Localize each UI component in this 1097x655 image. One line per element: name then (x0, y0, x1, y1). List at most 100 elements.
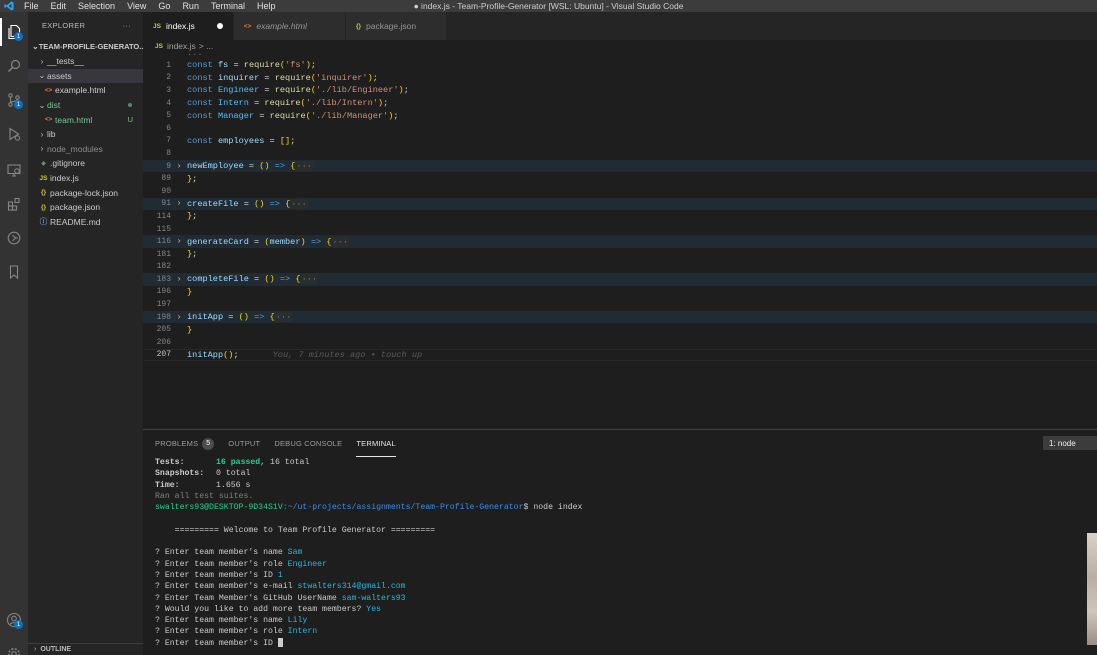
terminal-output[interactable]: Tests: 16 passed, 16 total Snapshots: 0 to… (155, 457, 582, 649)
explorer-header: EXPLORER ··· (28, 12, 143, 39)
code-line[interactable]: 181}; (143, 248, 1097, 261)
tests-passed: 16 passed (216, 458, 261, 467)
code-line[interactable]: 182 (143, 261, 1097, 274)
fold-chevron-icon[interactable]: › (171, 237, 187, 246)
code-line[interactable]: 198 › initApp = () => {··· (143, 310, 1097, 324)
prompt-question: ? Enter team member's ID (155, 638, 278, 648)
prompt-line: ? Enter Team Member's GitHub UserName sa… (155, 593, 582, 604)
code-line[interactable]: 89}; (143, 172, 1097, 185)
tab-terminal[interactable]: TERMINAL (356, 430, 396, 457)
code-line[interactable]: 114}; (143, 210, 1097, 223)
code-line[interactable]: 3 const Engineer = require('./lib/Enginee… (143, 84, 1097, 97)
menu-help[interactable]: Help (251, 0, 282, 12)
tab-debug-console[interactable]: DEBUG CONSOLE (274, 430, 342, 457)
menu-selection[interactable]: Selection (72, 0, 121, 12)
code-text: } (187, 286, 193, 297)
tab-problems[interactable]: PROBLEMS 5 (155, 430, 215, 457)
fold-chevron-icon[interactable]: › (171, 313, 187, 322)
code-line[interactable]: 207 initApp(); You, 7 minutes ago • touch … (143, 348, 1097, 362)
run-debug-activity-button[interactable] (0, 120, 28, 148)
tree-item-example-html[interactable]: <> example.html (28, 83, 143, 98)
tab-index-js[interactable]: JS index.js (143, 12, 234, 40)
code-line[interactable]: 1 const fs = require('fs'); (143, 59, 1097, 72)
search-activity-button[interactable] (0, 52, 28, 80)
tree-item-dist-folder[interactable]: ⌄ dist (28, 98, 143, 113)
code-line[interactable]: 6 (143, 122, 1097, 135)
code-line[interactable]: 196} (143, 286, 1097, 299)
prompt-question: ? Enter Team Member's GitHub UserName (155, 593, 342, 603)
tree-item-tests-folder[interactable]: › __tests__ (28, 54, 143, 69)
code-line[interactable]: 2 const inquirer = require('inquirer'); (143, 72, 1097, 85)
tab-label: package.json (366, 21, 417, 31)
code-line[interactable]: 116 › generateCard = (member) => {··· (143, 235, 1097, 248)
tab-output[interactable]: OUTPUT (228, 430, 260, 457)
remote-explorer-activity-button[interactable] (0, 156, 28, 184)
code-line[interactable]: 7 const employees = []; (143, 135, 1097, 148)
tree-item-node-modules-folder[interactable]: › node_modules (28, 142, 143, 157)
tree-item-package-json[interactable]: {} package.json (28, 200, 143, 215)
code-text: initApp(); (187, 349, 239, 360)
code-line[interactable]: 90 (143, 185, 1097, 198)
unsaved-dot-icon[interactable] (216, 23, 223, 29)
tree-item-assets-folder[interactable]: ⌄ assets (28, 68, 143, 84)
source-control-activity-button[interactable]: 1 (0, 86, 28, 114)
terminal-select-dropdown[interactable]: 1: node (1043, 436, 1097, 450)
code-line[interactable]: 8 (143, 147, 1097, 160)
bookmarks-activity-button[interactable] (0, 258, 28, 286)
workspace-root-folder[interactable]: ⌄ TEAM-PROFILE-GENERATO... (28, 39, 143, 54)
code-line[interactable]: 115 (143, 223, 1097, 236)
tree-item-index-js[interactable]: JS index.js (28, 171, 143, 186)
remote-explorer-icon (7, 164, 21, 177)
tab-package-json[interactable]: {} package.json (345, 12, 448, 40)
tree-item-readme-md[interactable]: ⓘ README.md (28, 215, 143, 230)
tree-item-team-html[interactable]: <> team.html U (28, 112, 143, 127)
fold-chevron-icon[interactable]: › (171, 199, 187, 208)
code-line[interactable]: 9 › newEmployee = () => {··· (143, 159, 1097, 173)
code-line[interactable]: 206 (143, 336, 1097, 349)
code-line[interactable]: 4 const Intern = require('./lib/Intern'); (143, 97, 1097, 110)
prompt-line: ? Enter team member's name Lily (155, 615, 582, 626)
menu-run[interactable]: Run (176, 0, 205, 12)
git-graph-activity-button[interactable] (0, 224, 28, 252)
tabs-filler (447, 12, 1097, 40)
accounts-activity-button[interactable]: 1 (0, 606, 28, 634)
line-number: 1 (166, 60, 171, 70)
ran-all-line: Ran all test suites. (155, 491, 254, 501)
line-number: 8 (166, 148, 171, 158)
outline-section-header[interactable]: › OUTLINE (28, 643, 143, 655)
scroll-ellipsis: ... (187, 48, 203, 58)
tree-item-lib-folder[interactable]: › lib (28, 127, 143, 142)
more-actions-icon[interactable]: ··· (123, 21, 131, 30)
line-number: 5 (166, 111, 171, 121)
fold-chevron-icon[interactable]: › (171, 275, 187, 284)
code-line[interactable]: 197 (143, 298, 1097, 311)
accounts-badge: 1 (14, 620, 23, 629)
tree-item-gitignore[interactable]: ◆ .gitignore (28, 156, 143, 171)
code-line[interactable]: 205} (143, 323, 1097, 336)
menu-go[interactable]: Go (152, 0, 176, 12)
menu-edit[interactable]: Edit (45, 0, 73, 12)
code-editor[interactable]: ... 1 const fs = require('fs'); 2 const inq… (143, 48, 1097, 362)
tab-example-html[interactable]: <> example.html (233, 12, 346, 40)
json-file-icon: {} (40, 189, 47, 197)
code-line[interactable]: 5 const Manager = require('./lib/Manager'… (143, 109, 1097, 122)
json-file-icon: {} (355, 22, 361, 30)
tree-item-label: README.md (50, 216, 101, 227)
explorer-activity-button[interactable]: 1 (0, 18, 28, 46)
welcome-line: ========= Welcome to Team Profile Genera… (155, 525, 436, 535)
fold-chevron-icon[interactable]: › (171, 162, 187, 171)
menu-terminal[interactable]: Terminal (205, 0, 251, 12)
extensions-activity-button[interactable] (0, 190, 28, 218)
line-number: 9 (166, 161, 171, 171)
tree-item-package-lock-json[interactable]: {} package-lock.json (28, 185, 143, 200)
line-number: 2 (166, 73, 171, 83)
code-text: }; (187, 211, 198, 222)
manage-activity-button[interactable] (0, 640, 28, 655)
code-line[interactable]: 91 › createFile = () => {··· (143, 197, 1097, 211)
code-line[interactable]: 183 › completeFile = () => {··· (143, 273, 1097, 286)
chevron-down-icon: ⌄ (32, 42, 39, 51)
menu-view[interactable]: View (121, 0, 152, 12)
gitignore-file-icon: ◆ (41, 160, 46, 167)
menu-file[interactable]: File (18, 0, 45, 12)
line-number: 7 (166, 136, 171, 146)
